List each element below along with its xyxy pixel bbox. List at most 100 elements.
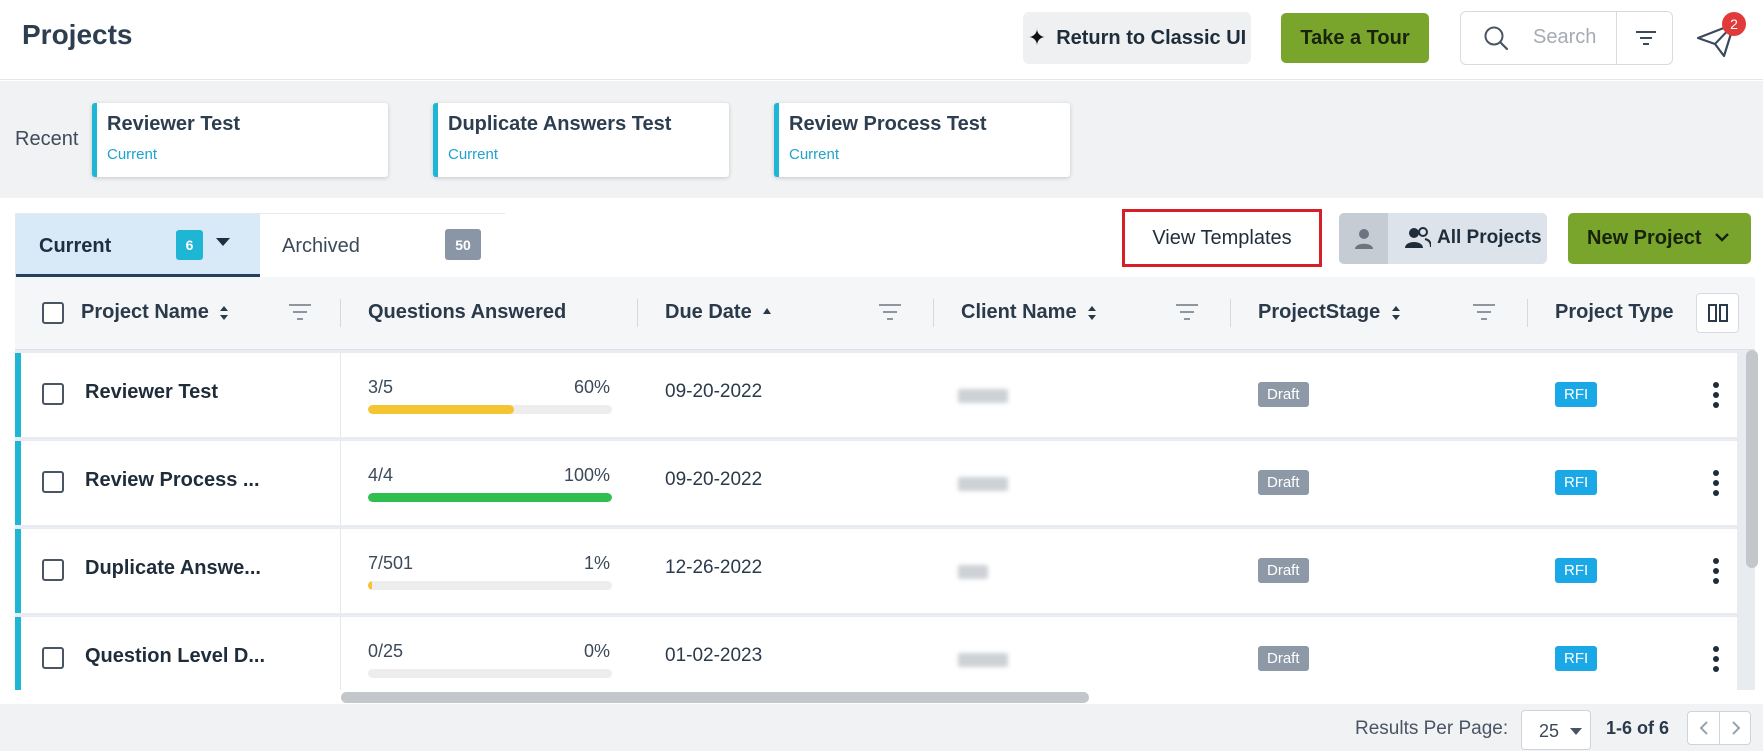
sort-icon[interactable] [1391, 305, 1401, 321]
sort-ascending-icon[interactable] [762, 305, 772, 321]
filter-icon[interactable] [1629, 26, 1663, 50]
questions-answered-count: 7/501 [368, 553, 414, 573]
table-row[interactable]: Duplicate Answe... 7/501 1% 12-26-2022 D… [15, 529, 1737, 613]
column-project-type-label: Project Type [1555, 301, 1674, 323]
more-options-icon[interactable] [1710, 643, 1722, 675]
row-checkbox[interactable] [42, 383, 64, 405]
more-options-icon[interactable] [1710, 555, 1722, 587]
table-row[interactable]: Reviewer Test 3/5 60% 09-20-2022 Draft R… [15, 353, 1737, 437]
questions-answered-percent: 100% [563, 465, 610, 485]
column-client-name-label: Client Name [961, 301, 1077, 323]
table-row[interactable]: Review Process ... 4/4 100% 09-20-2022 D… [15, 441, 1737, 525]
recent-card-reviewer-test[interactable]: Reviewer Test Current [92, 103, 388, 177]
filter-icon[interactable] [287, 301, 313, 323]
column-picker-button[interactable] [1696, 293, 1739, 333]
sort-icon[interactable] [1087, 305, 1097, 321]
project-type-badge: RFI [1555, 558, 1598, 583]
project-type-badge: RFI [1555, 382, 1598, 407]
column-divider [340, 299, 341, 327]
column-project-stage-label: ProjectStage [1258, 301, 1381, 323]
filter-icon[interactable] [1174, 301, 1200, 323]
tab-archived[interactable]: Archived 50 [260, 214, 505, 277]
notification-badge: 2 [1722, 12, 1746, 36]
client-name-redacted [958, 389, 1008, 403]
return-to-classic-ui-button[interactable]: ✦ Return to Classic UI [1023, 12, 1251, 64]
questions-answered-percent: 1% [583, 553, 610, 573]
more-options-icon[interactable] [1710, 467, 1722, 499]
project-type-badge: RFI [1555, 470, 1598, 495]
results-per-page-label: Results Per Page: [1355, 718, 1509, 739]
column-divider [340, 617, 341, 690]
row-checkbox[interactable] [42, 471, 64, 493]
pager [1687, 711, 1751, 745]
filter-icon[interactable] [877, 301, 903, 323]
column-due-date-label: Due Date [665, 301, 752, 323]
project-name-cell[interactable]: Duplicate Answe... [85, 557, 261, 580]
next-page-button[interactable] [1720, 712, 1751, 744]
questions-answered-percent: 0% [583, 641, 610, 661]
caret-down-icon[interactable] [216, 238, 230, 246]
row-checkbox[interactable] [42, 559, 64, 581]
columns-icon [1707, 304, 1728, 322]
select-all-checkbox[interactable] [42, 302, 64, 324]
project-name-cell[interactable]: Review Process ... [85, 469, 260, 492]
questions-answered-percent: 60% [573, 377, 610, 397]
all-projects-filter-button[interactable]: All Projects [1339, 213, 1547, 264]
progress-bar-fill [368, 493, 612, 502]
user-avatar[interactable] [1339, 213, 1388, 264]
project-name-cell[interactable]: Reviewer Test [85, 381, 218, 404]
questions-answered-count: 3/5 [368, 377, 394, 397]
column-divider [1230, 299, 1231, 327]
chevron-right-icon [1731, 721, 1740, 735]
tab-current[interactable]: Current 6 [16, 214, 260, 277]
chevron-left-icon [1699, 721, 1708, 735]
take-a-tour-button[interactable]: Take a Tour [1281, 13, 1429, 63]
view-templates-button[interactable]: View Templates [1122, 209, 1322, 267]
new-project-button[interactable]: New Project [1568, 213, 1751, 264]
sort-icon[interactable] [219, 305, 229, 321]
column-divider [340, 353, 341, 437]
recent-card-title: Reviewer Test [107, 113, 241, 135]
search-input[interactable]: Search [1533, 26, 1596, 49]
recent-card-duplicate-answers-test[interactable]: Duplicate Answers Test Current [433, 103, 729, 177]
column-project-name-label: Project Name [81, 301, 209, 323]
questions-answered-count: 4/4 [368, 465, 394, 485]
search-box[interactable]: Search [1460, 11, 1673, 65]
pagination-footer: Results Per Page: 25 1-6 of 6 [0, 704, 1763, 751]
recent-card-title: Duplicate Answers Test [448, 113, 672, 135]
client-name-redacted [958, 565, 988, 579]
tab-archived-label: Archived [282, 235, 360, 257]
column-divider [637, 299, 638, 327]
recent-card-review-process-test[interactable]: Review Process Test Current [774, 103, 1070, 177]
results-per-page-select[interactable]: 25 [1521, 710, 1591, 750]
caret-down-icon [1570, 728, 1582, 735]
filter-icon[interactable] [1471, 301, 1497, 323]
chevron-down-icon[interactable] [1712, 227, 1732, 247]
horizontal-scrollbar[interactable] [341, 692, 1089, 703]
vertical-scrollbar[interactable] [1746, 350, 1758, 568]
results-range: 1-6 of 6 [1606, 718, 1670, 738]
client-name-redacted [958, 653, 1008, 667]
recent-card-status: Current [448, 146, 499, 163]
table-row[interactable]: Question Level D... 0/25 0% 01-02-2023 D… [15, 617, 1737, 690]
recent-label: Recent [15, 128, 79, 150]
row-checkbox[interactable] [42, 647, 64, 669]
users-icon [1405, 227, 1431, 248]
return-to-classic-ui-label: Return to Classic UI [1056, 26, 1247, 49]
results-per-page-value: 25 [1539, 721, 1560, 741]
user-icon [1354, 228, 1373, 249]
stage-badge: Draft [1258, 646, 1309, 671]
progress-bar-fill [368, 405, 515, 414]
progress-bar [368, 669, 612, 678]
column-divider [1527, 299, 1528, 327]
progress-bar [368, 405, 612, 414]
project-name-cell[interactable]: Question Level D... [85, 645, 265, 668]
page-title: Projects [22, 19, 133, 50]
previous-page-button[interactable] [1688, 712, 1719, 744]
search-divider [1616, 12, 1617, 64]
questions-answered-count: 0/25 [368, 641, 404, 661]
top-header: Projects ✦ Return to Classic UI Take a T… [0, 0, 1763, 80]
more-options-icon[interactable] [1710, 379, 1722, 411]
progress-bar-fill [368, 581, 372, 590]
all-projects-label: All Projects [1437, 227, 1542, 248]
